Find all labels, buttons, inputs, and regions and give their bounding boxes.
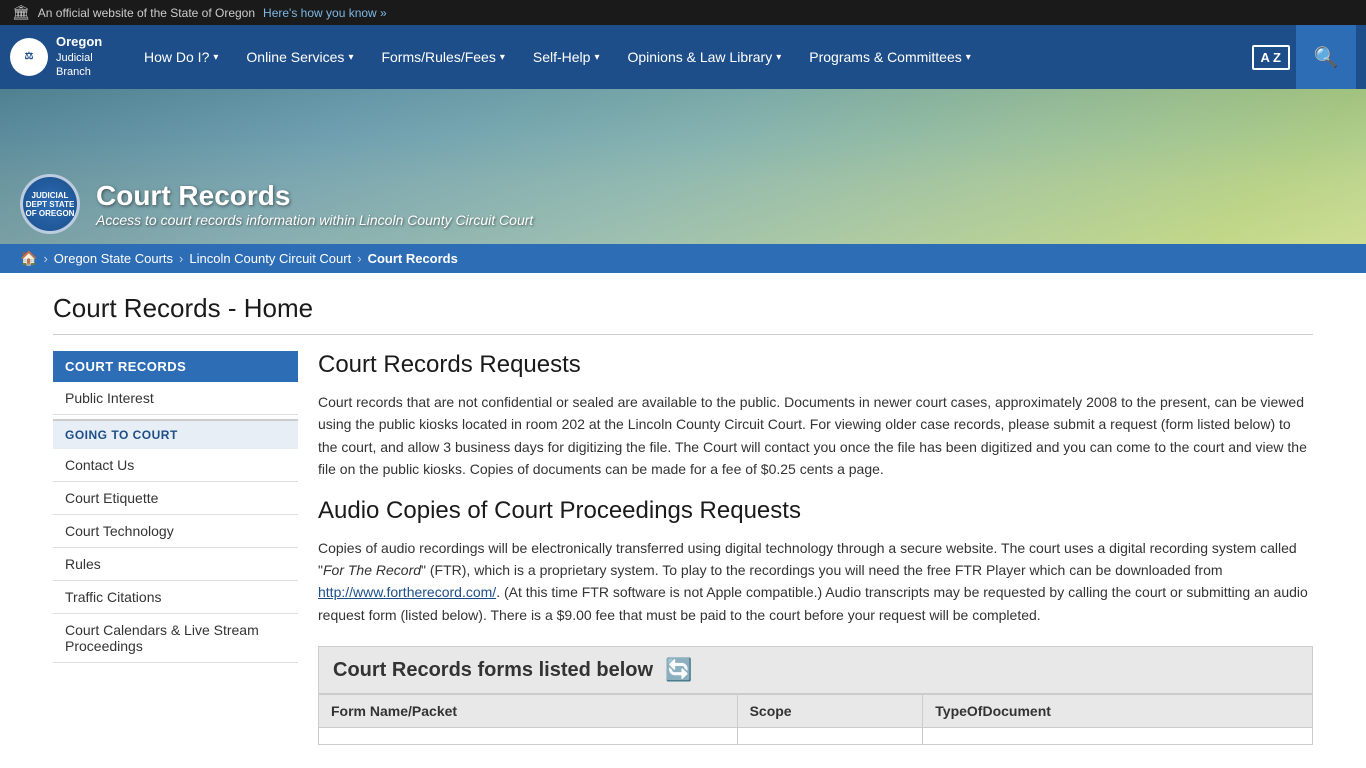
logo-icon: ⚖ xyxy=(10,38,48,76)
sidebar-header-going-to-court: GOING TO COURT xyxy=(53,419,298,449)
nav-item-selfhelp[interactable]: Self-Help ▾ xyxy=(519,25,614,89)
breadcrumb: 🏠 › Oregon State Courts › Lincoln County… xyxy=(0,244,1366,273)
audio-copies-heading: Audio Copies of Court Proceedings Reques… xyxy=(318,497,1313,525)
top-banner: 🏛 An official website of the State of Or… xyxy=(0,0,1366,25)
table-header-type: TypeOfDocument xyxy=(923,695,1313,728)
banner-link[interactable]: Here's how you know » xyxy=(263,6,387,20)
table-row xyxy=(319,728,1313,745)
court-records-requests-heading: Court Records Requests xyxy=(318,351,1313,379)
nav-item-programs[interactable]: Programs & Committees ▾ xyxy=(795,25,985,89)
court-records-requests-section: Court Records Requests Court records tha… xyxy=(318,351,1313,481)
breadcrumb-current: Court Records xyxy=(368,251,458,266)
court-seal: JUDICIAL DEPT STATE OF OREGON xyxy=(20,174,80,234)
language-button[interactable]: A Z xyxy=(1252,45,1290,70)
site-logo[interactable]: ⚖ Oregon Judicial Branch xyxy=(10,34,110,79)
chevron-down-icon: ▾ xyxy=(966,52,971,63)
forms-table: Form Name/Packet Scope TypeOfDocument xyxy=(318,694,1313,745)
forms-heading: Court Records forms listed below 🔄 xyxy=(318,646,1313,694)
nav-item-opinions[interactable]: Opinions & Law Library ▾ xyxy=(613,25,795,89)
sidebar-item-court-calendars[interactable]: Court Calendars & Live Stream Proceeding… xyxy=(53,614,298,663)
audio-copies-body: Copies of audio recordings will be elect… xyxy=(318,537,1313,627)
content-layout: COURT RECORDS Public Interest GOING TO C… xyxy=(53,351,1313,745)
breadcrumb-item-lincoln[interactable]: Lincoln County Circuit Court xyxy=(189,251,351,266)
sidebar-item-traffic-citations[interactable]: Traffic Citations xyxy=(53,581,298,614)
nav-item-howdoi[interactable]: How Do I? ▾ xyxy=(130,25,232,89)
sidebar-item-court-etiquette[interactable]: Court Etiquette xyxy=(53,482,298,515)
hero-text: Court Records Access to court records in… xyxy=(96,180,533,228)
audio-copies-section: Audio Copies of Court Proceedings Reques… xyxy=(318,497,1313,627)
chevron-down-icon: ▾ xyxy=(594,52,599,63)
table-header-form-name: Form Name/Packet xyxy=(319,695,738,728)
sidebar-header-court-records: COURT RECORDS xyxy=(53,351,298,382)
banner-text: An official website of the State of Oreg… xyxy=(38,6,255,20)
nav-menu: How Do I? ▾ Online Services ▾ Forms/Rule… xyxy=(130,25,1252,89)
refresh-icon: 🔄 xyxy=(665,657,692,683)
home-icon[interactable]: 🏠 xyxy=(20,250,37,267)
search-button[interactable]: 🔍 xyxy=(1296,25,1356,89)
nav-item-forms[interactable]: Forms/Rules/Fees ▾ xyxy=(367,25,518,89)
nav-item-online-services[interactable]: Online Services ▾ xyxy=(232,25,367,89)
hero-content: JUDICIAL DEPT STATE OF OREGON Court Reco… xyxy=(20,174,533,234)
page-title: Court Records - Home xyxy=(53,293,1313,335)
chevron-down-icon: ▾ xyxy=(213,52,218,63)
hero-title: Court Records xyxy=(96,180,533,212)
breadcrumb-item-oregon[interactable]: Oregon State Courts xyxy=(54,251,173,266)
hero-section: JUDICIAL DEPT STATE OF OREGON Court Reco… xyxy=(0,89,1366,244)
forms-section: Court Records forms listed below 🔄 Form … xyxy=(318,646,1313,745)
sidebar-item-court-technology[interactable]: Court Technology xyxy=(53,515,298,548)
main-content: Court Records Requests Court records tha… xyxy=(318,351,1313,745)
ftr-link[interactable]: http://www.fortherecord.com/ xyxy=(318,584,496,600)
logo-text: Oregon Judicial Branch xyxy=(56,34,102,79)
main-navigation: ⚖ Oregon Judicial Branch How Do I? ▾ Onl… xyxy=(0,25,1366,89)
sidebar-item-rules[interactable]: Rules xyxy=(53,548,298,581)
sidebar-item-contact-us[interactable]: Contact Us xyxy=(53,449,298,482)
chevron-down-icon: ▾ xyxy=(348,52,353,63)
hero-subtitle: Access to court records information with… xyxy=(96,212,533,228)
main-container: Court Records - Home COURT RECORDS Publi… xyxy=(33,273,1333,745)
court-records-requests-body: Court records that are not confidential … xyxy=(318,391,1313,481)
chevron-down-icon: ▾ xyxy=(776,52,781,63)
flag-icon: 🏛 xyxy=(12,4,30,21)
chevron-down-icon: ▾ xyxy=(500,52,505,63)
sidebar-item-public-interest[interactable]: Public Interest xyxy=(53,382,298,415)
search-icon: 🔍 xyxy=(1314,45,1339,70)
table-header-scope: Scope xyxy=(737,695,923,728)
nav-right-controls: A Z 🔍 xyxy=(1252,25,1356,89)
sidebar: COURT RECORDS Public Interest GOING TO C… xyxy=(53,351,298,745)
